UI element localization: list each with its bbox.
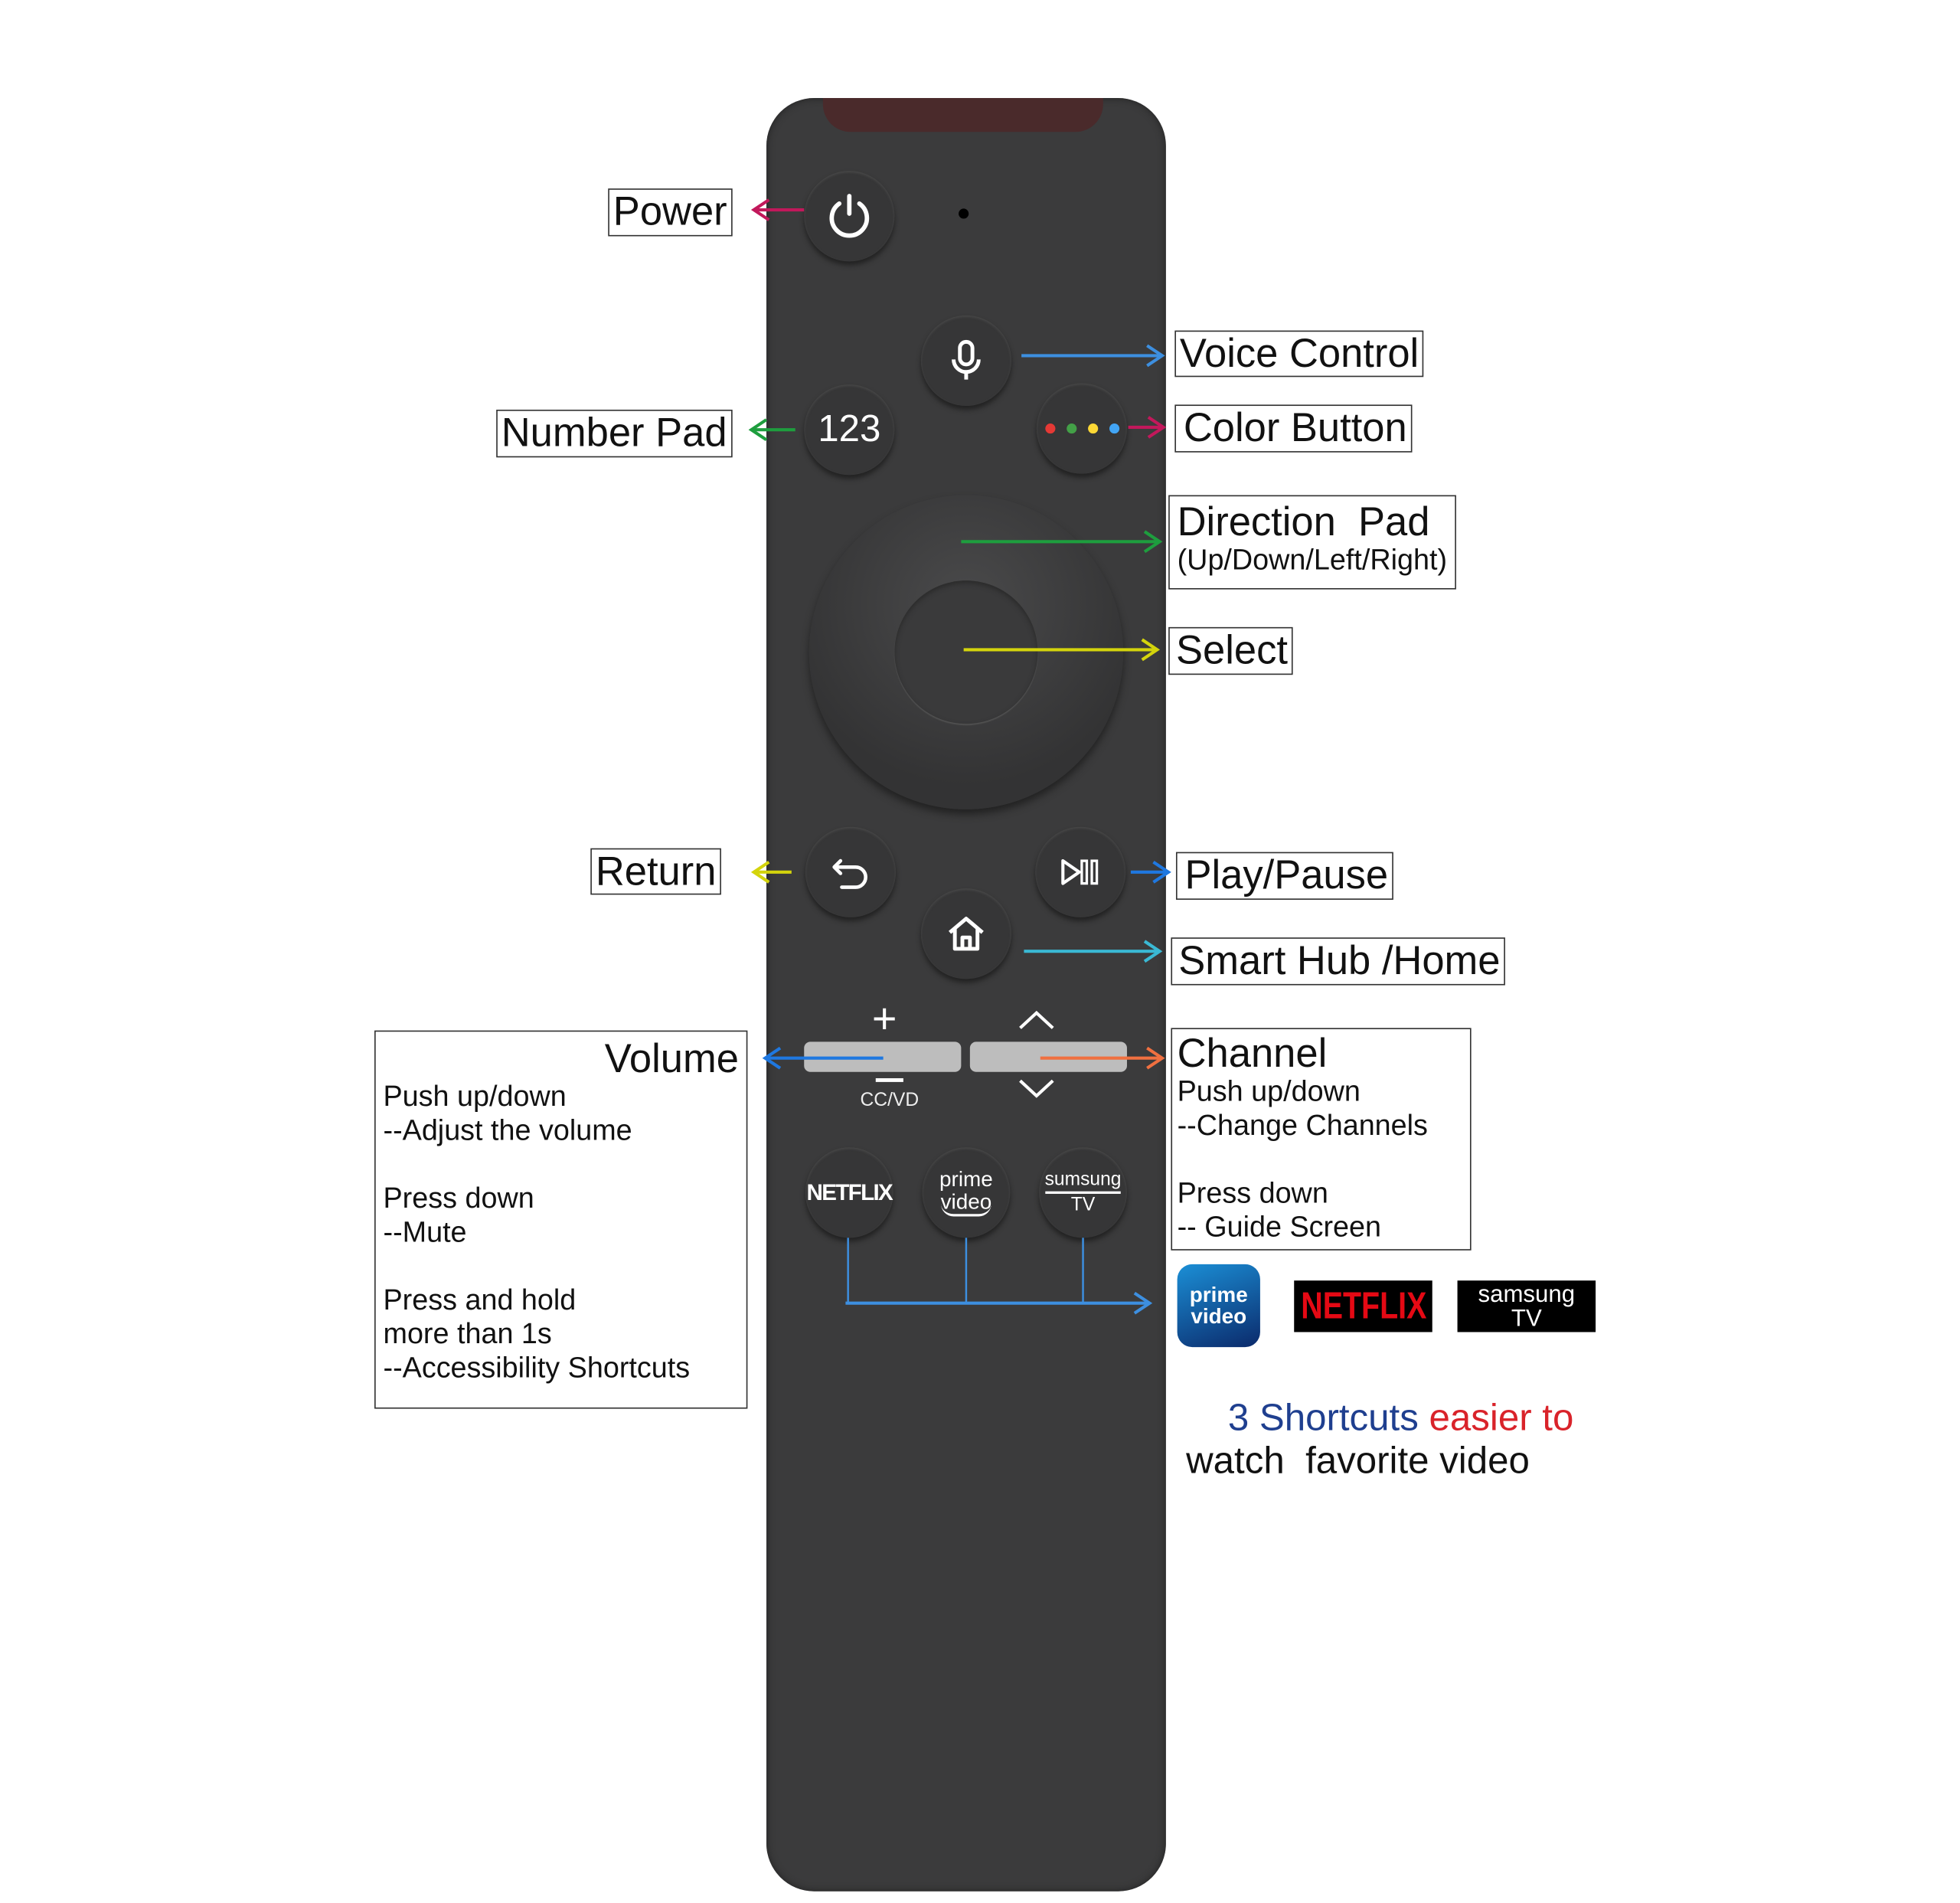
- power-button[interactable]: [804, 171, 895, 262]
- cc-vd-label: CC/VD: [860, 1089, 920, 1111]
- label-channel: Channel Push up/down --Change Channels Pr…: [1171, 1028, 1472, 1251]
- description-line: Push up/down: [383, 1079, 567, 1113]
- description-line: --Mute: [383, 1215, 467, 1248]
- netflix-button[interactable]: NETFLIX: [805, 1147, 893, 1238]
- netflix-logo: NETFLIX: [1294, 1280, 1432, 1332]
- color-button[interactable]: [1036, 383, 1127, 474]
- description-line: Push up/down: [1177, 1074, 1361, 1107]
- volume-title: Volume: [604, 1035, 739, 1081]
- prime-video-button[interactable]: prime video: [922, 1147, 1011, 1238]
- prime-video-logo: prime video: [1177, 1264, 1260, 1348]
- shortcuts-tagline: 3 Shortcuts easier to watch favorite vide…: [1186, 1355, 1573, 1525]
- direction-pad-subtitle: (Up/Down/Left/Right): [1177, 542, 1448, 576]
- label-volume: Volume Push up/down --Adjust the volume P…: [374, 1030, 748, 1409]
- color-dot: [1109, 423, 1119, 434]
- label-power: Power: [608, 188, 733, 237]
- description-line: --Adjust the volume: [383, 1113, 632, 1146]
- label-color-button: Color Button: [1174, 404, 1413, 453]
- label-voice-control: Voice Control: [1174, 330, 1424, 378]
- select-button[interactable]: [894, 580, 1038, 724]
- return-button[interactable]: [805, 826, 897, 917]
- minus-icon: [875, 1077, 903, 1082]
- label-return: Return: [590, 848, 722, 895]
- home-icon: [949, 917, 984, 951]
- tagline-line-2: watch favorite video: [1186, 1440, 1530, 1482]
- color-dot: [1087, 423, 1098, 434]
- label-play-pause: Play/Pause: [1175, 852, 1393, 900]
- play-pause-button[interactable]: [1035, 826, 1126, 917]
- voice-button[interactable]: [920, 315, 1012, 407]
- label-direction-pad: Direction Pad (Up/Down/Left/Right): [1168, 495, 1456, 590]
- description-line: Press down: [383, 1181, 534, 1215]
- tagline-part-1: 3 Shortcuts: [1227, 1397, 1429, 1439]
- description-line: [1178, 1143, 1465, 1176]
- channel-description: Push up/down --Change Channels Press down…: [1178, 1074, 1465, 1244]
- plus-icon: +: [871, 995, 897, 1044]
- description-line: -- Guide Screen: [1177, 1210, 1382, 1243]
- microphone-icon: [952, 339, 981, 380]
- ir-window: [822, 97, 1103, 132]
- play-pause-icon: [1061, 859, 1099, 885]
- volume-rocker[interactable]: [804, 1041, 962, 1072]
- microphone-hole: [959, 208, 969, 219]
- volume-description: Push up/down --Adjust the volume Press do…: [384, 1080, 739, 1385]
- description-line: --Change Channels: [1177, 1108, 1428, 1142]
- label-select: Select: [1168, 626, 1293, 675]
- home-button[interactable]: [920, 888, 1012, 979]
- description-line: Press and hold: [383, 1283, 577, 1316]
- return-icon: [832, 858, 867, 889]
- samsung-tv-button[interactable]: sumsung TV: [1039, 1147, 1127, 1238]
- channel-rocker[interactable]: [969, 1041, 1127, 1072]
- label-number-pad: Number Pad: [496, 409, 733, 458]
- number-pad-button[interactable]: 123: [804, 384, 895, 476]
- chevron-up-icon: [1019, 1010, 1054, 1029]
- color-dots: [1044, 423, 1119, 434]
- description-line: [384, 1249, 739, 1283]
- power-icon: [829, 194, 870, 238]
- label-smart-hub-home: Smart Hub /Home: [1171, 937, 1506, 986]
- chevron-down-icon: [1019, 1079, 1054, 1098]
- description-line: Press down: [1177, 1175, 1328, 1209]
- color-dot: [1044, 423, 1055, 434]
- color-dot: [1066, 423, 1076, 434]
- description-line: more than 1s: [383, 1316, 552, 1350]
- samsung-tv-logo: samsung TV: [1457, 1280, 1596, 1332]
- tagline-part-2: easier to: [1429, 1397, 1574, 1439]
- description-line: --Accessibility Shortcuts: [383, 1351, 691, 1384]
- description-line: [384, 1147, 739, 1181]
- channel-title: Channel: [1177, 1030, 1328, 1076]
- direction-pad-title: Direction Pad: [1177, 499, 1430, 544]
